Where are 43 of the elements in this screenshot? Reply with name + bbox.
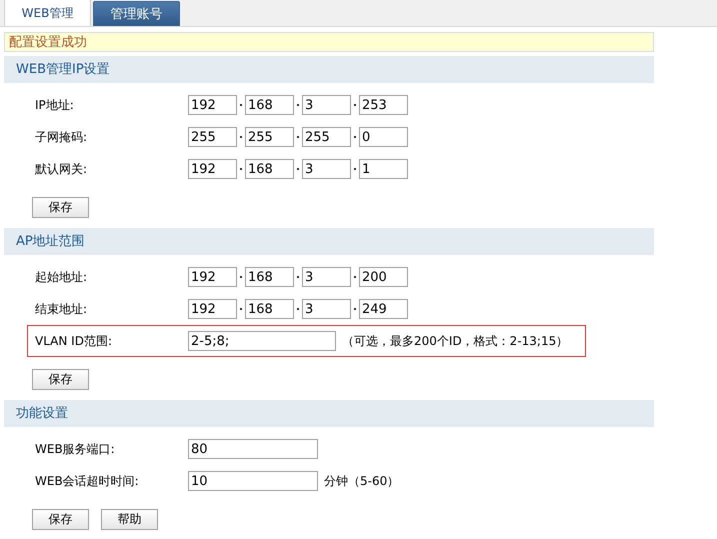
form-button[interactable]: 保存 [32, 509, 89, 530]
field-label: 起始地址: [35, 268, 88, 286]
hint-text: 分钟（5-60） [324, 472, 400, 490]
field-label: VLAN ID范围: [35, 332, 113, 350]
ip-octet-field[interactable]: 3 [302, 95, 351, 115]
ip-octet-field[interactable]: 168 [245, 159, 294, 179]
ip-octet-field[interactable]: 253 [359, 95, 408, 115]
ip-octet-field[interactable]: 200 [359, 267, 408, 287]
form-button[interactable]: 保存 [32, 369, 89, 390]
field-label: WEB会话超时时间: [35, 472, 140, 490]
section-header: 功能设置 [4, 400, 654, 427]
ip-octet-field[interactable]: 192 [188, 299, 237, 319]
section-header: AP地址范围 [4, 228, 654, 255]
input-field[interactable]: 2-5;8; [188, 331, 336, 351]
field-label: 默认网关: [35, 160, 88, 178]
field-label: IP地址: [35, 96, 75, 114]
section-header: WEB管理IP设置 [4, 56, 654, 83]
field-label: 结束地址: [35, 300, 88, 318]
ip-octet-field[interactable]: 0 [359, 127, 408, 147]
form-button[interactable]: 保存 [32, 197, 89, 218]
success-message: 配置设置成功 [4, 32, 654, 52]
ip-octet-field[interactable]: 249 [359, 299, 408, 319]
ip-octet-field[interactable]: 3 [302, 159, 351, 179]
ip-octet-field[interactable]: 3 [302, 267, 351, 287]
ip-octet-field[interactable]: 255 [245, 127, 294, 147]
tab[interactable]: WEB管理 [4, 0, 91, 26]
ip-octet-field[interactable]: 192 [188, 159, 237, 179]
field-label: WEB服务端口: [35, 440, 116, 458]
input-field[interactable]: 10 [188, 471, 318, 491]
ip-octet-field[interactable]: 168 [245, 95, 294, 115]
form-button[interactable]: 帮助 [101, 509, 158, 530]
ip-octet-field[interactable]: 192 [188, 267, 237, 287]
ip-octet-field[interactable]: 255 [302, 127, 351, 147]
input-field[interactable]: 80 [188, 439, 318, 459]
ip-octet-field[interactable]: 192 [188, 95, 237, 115]
hint-text: （可选，最多200个ID，格式：2-13;15） [342, 332, 568, 350]
ip-octet-field[interactable]: 1 [359, 159, 408, 179]
ip-octet-field[interactable]: 255 [188, 127, 237, 147]
ip-octet-field[interactable]: 168 [245, 299, 294, 319]
ip-octet-field[interactable]: 168 [245, 267, 294, 287]
tab[interactable]: 管理账号 [93, 1, 180, 26]
field-label: 子网掩码: [35, 128, 88, 146]
ip-octet-field[interactable]: 3 [302, 299, 351, 319]
